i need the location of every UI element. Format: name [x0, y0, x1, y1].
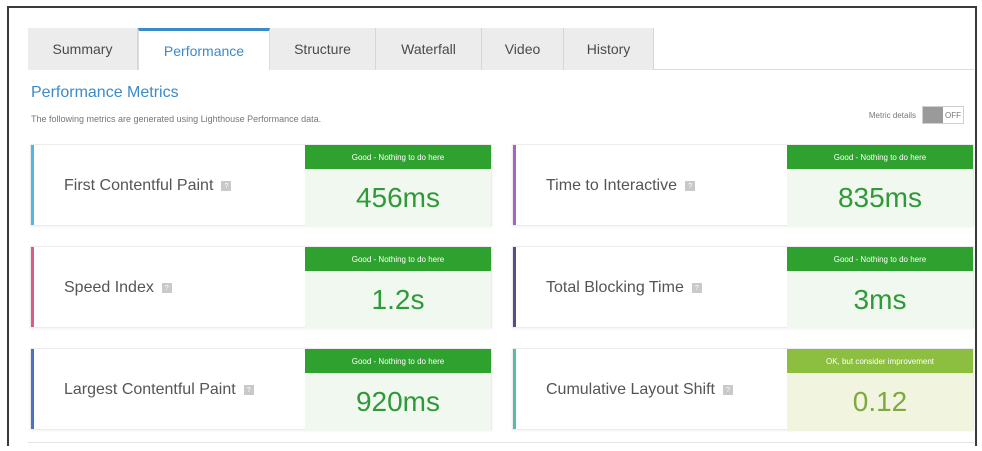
toggle-state: OFF	[945, 110, 961, 120]
metric-value: 0.12	[787, 373, 973, 431]
metric-details-toggle[interactable]: OFF	[922, 106, 964, 124]
tab-performance[interactable]: Performance	[138, 28, 270, 70]
help-icon[interactable]: ?	[161, 283, 172, 293]
metric-score: OK, but consider improvement 0.12	[787, 349, 973, 431]
metric-score: Good - Nothing to do here 3ms	[787, 247, 973, 329]
metric-name: Total Blocking Time	[546, 279, 684, 296]
metric-card-speed-index: Speed Index ? Good - Nothing to do here …	[30, 246, 492, 329]
metric-label: First Contentful Paint ?	[64, 145, 232, 227]
status-badge: Good - Nothing to do here	[305, 145, 491, 169]
metric-accent-bar	[513, 349, 516, 429]
metric-value: 1.2s	[305, 271, 491, 329]
metric-details-control: Metric details OFF	[869, 106, 964, 124]
section-description: The following metrics are generated usin…	[31, 114, 322, 124]
divider	[28, 442, 974, 443]
tab-video[interactable]: Video	[482, 28, 564, 70]
section-title: Performance Metrics	[31, 84, 179, 101]
metric-name: Largest Contentful Paint	[64, 381, 236, 398]
metric-accent-bar	[513, 145, 516, 225]
metric-label: Cumulative Layout Shift ?	[546, 349, 733, 431]
status-badge: OK, but consider improvement	[787, 349, 973, 373]
help-icon[interactable]: ?	[243, 385, 254, 395]
metric-score: Good - Nothing to do here 920ms	[305, 349, 491, 431]
metric-score: Good - Nothing to do here 456ms	[305, 145, 491, 227]
help-icon[interactable]: ?	[221, 181, 232, 191]
toggle-knob	[923, 107, 943, 123]
metric-card-time-to-interactive: Time to Interactive ? Good - Nothing to …	[512, 144, 974, 227]
metric-card-cumulative-layout-shift: Cumulative Layout Shift ? OK, but consid…	[512, 348, 974, 431]
metric-value: 3ms	[787, 271, 973, 329]
metric-card-largest-contentful-paint: Largest Contentful Paint ? Good - Nothin…	[30, 348, 492, 431]
help-icon[interactable]: ?	[685, 181, 696, 191]
tab-waterfall[interactable]: Waterfall	[376, 28, 482, 70]
status-badge: Good - Nothing to do here	[787, 247, 973, 271]
metric-card-first-contentful-paint: First Contentful Paint ? Good - Nothing …	[30, 144, 492, 227]
status-badge: Good - Nothing to do here	[787, 145, 973, 169]
metric-accent-bar	[513, 247, 516, 327]
metric-details-label: Metric details	[868, 110, 916, 120]
metric-label: Largest Contentful Paint ?	[64, 349, 254, 431]
metric-value: 920ms	[305, 373, 491, 431]
metric-value: 456ms	[305, 169, 491, 227]
metric-name: Cumulative Layout Shift	[546, 381, 715, 398]
metric-accent-bar	[31, 349, 34, 429]
metric-label: Time to Interactive ?	[546, 145, 696, 227]
metric-name: First Contentful Paint	[64, 177, 214, 194]
metric-name: Speed Index	[64, 279, 154, 296]
status-badge: Good - Nothing to do here	[305, 349, 491, 373]
metric-score: Good - Nothing to do here 835ms	[787, 145, 973, 227]
help-icon[interactable]: ?	[722, 385, 733, 395]
metric-score: Good - Nothing to do here 1.2s	[305, 247, 491, 329]
metric-card-total-blocking-time: Total Blocking Time ? Good - Nothing to …	[512, 246, 974, 329]
tab-bar: Summary Performance Structure Waterfall …	[28, 28, 974, 70]
tab-history[interactable]: History	[564, 28, 654, 70]
metric-label: Total Blocking Time ?	[546, 247, 702, 329]
tab-summary[interactable]: Summary	[28, 28, 138, 70]
status-badge: Good - Nothing to do here	[305, 247, 491, 271]
metric-name: Time to Interactive	[546, 177, 678, 194]
tab-structure[interactable]: Structure	[270, 28, 376, 70]
metric-value: 835ms	[787, 169, 973, 227]
help-icon[interactable]: ?	[691, 283, 702, 293]
metric-accent-bar	[31, 145, 34, 225]
metric-accent-bar	[31, 247, 34, 327]
metric-label: Speed Index ?	[64, 247, 172, 329]
